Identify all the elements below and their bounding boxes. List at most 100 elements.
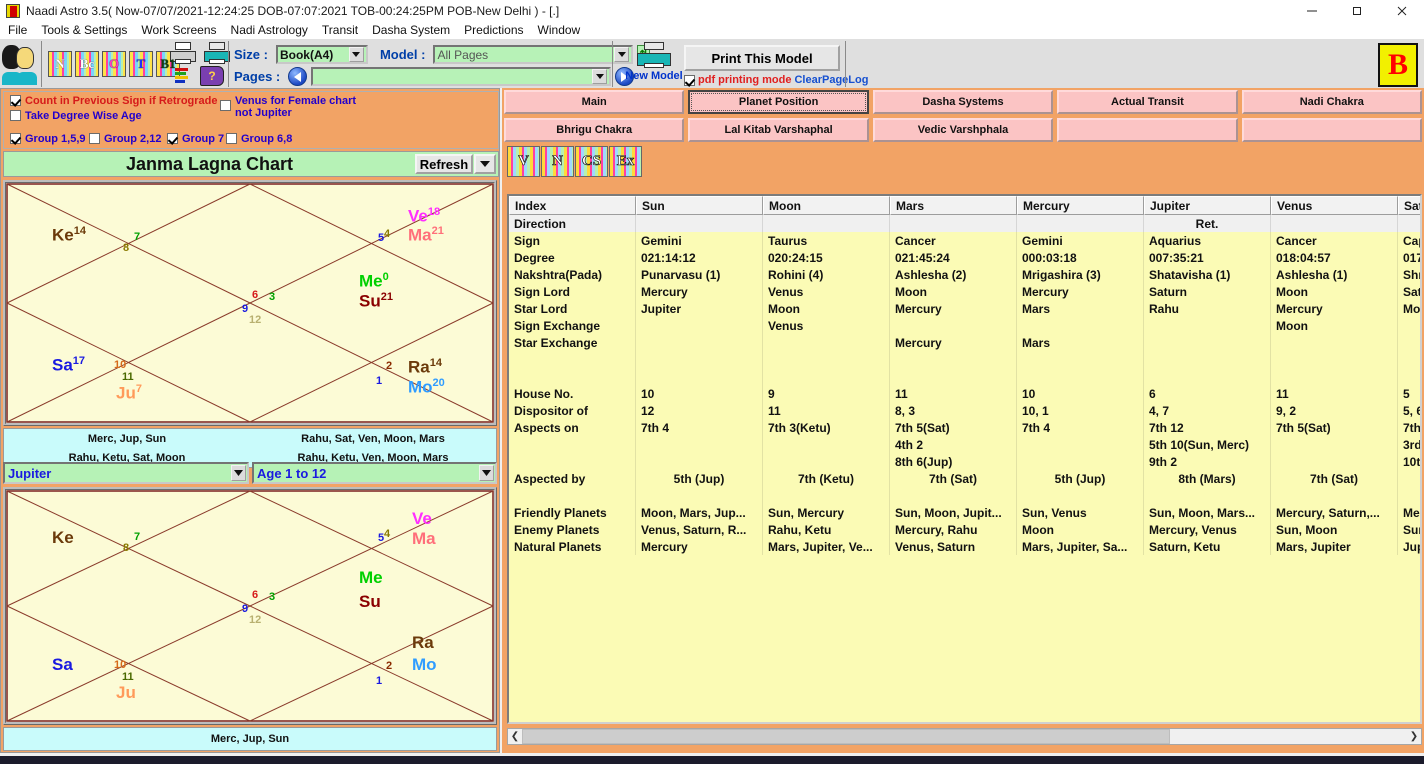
column-header-sat[interactable]: Sat — [1398, 196, 1420, 215]
tab-nadi-chakra[interactable]: Nadi Chakra — [1241, 90, 1423, 114]
previous-page-button[interactable] — [288, 67, 308, 86]
menu-item-dasha-system[interactable]: Dasha System — [372, 23, 450, 37]
table-row[interactable]: 8th 6(Jup) 9th 2 10t — [509, 453, 1420, 470]
tab-main[interactable]: Main — [504, 90, 685, 114]
mini-button-n[interactable]: N — [541, 146, 574, 177]
horizontal-scrollbar[interactable]: ❮ ❯ — [507, 728, 1422, 745]
chevron-down-icon[interactable] — [348, 47, 364, 62]
venus-female-checkbox[interactable] — [220, 100, 231, 111]
table-row[interactable]: House No. 10 9 11 10 6 11 5 — [509, 385, 1420, 402]
quick-icon-t[interactable]: T — [129, 51, 153, 77]
janma-lagna-chart-2[interactable]: 1 2 3 4 5 6 7 8 9 10 11 12 Ke Ve Ma Me Su Ra Mo Sa Ju — [3, 487, 497, 725]
table-row[interactable] — [509, 368, 1420, 385]
option-degree-wise-age[interactable]: Take Degree Wise Age — [10, 110, 142, 122]
chevron-down-icon[interactable] — [231, 465, 246, 481]
chevron-left-icon[interactable]: ❮ — [508, 729, 522, 744]
help-book-icon[interactable]: ? — [200, 66, 224, 86]
planet-select[interactable]: Jupiter — [3, 462, 249, 484]
clear-page-log-link[interactable]: ClearPageLog — [794, 74, 868, 86]
option-group-7[interactable]: Group 7 — [167, 133, 224, 145]
table-row[interactable]: Friendly Planets Moon, Mars, Jup... Sun, M… — [509, 504, 1420, 521]
mini-button-v[interactable]: V — [507, 146, 540, 177]
column-header-venus[interactable]: Venus — [1271, 196, 1398, 215]
menu-item-transit[interactable]: Transit — [322, 23, 358, 37]
menu-item-tools-settings[interactable]: Tools & Settings — [41, 23, 127, 37]
print-this-model-button[interactable]: Print This Model — [684, 45, 840, 71]
table-row[interactable]: Sign Exchange Venus Moon — [509, 317, 1420, 334]
option-venus-female[interactable]: Venus for Female chart not Jupiter — [220, 95, 380, 119]
mini-button-cs[interactable]: CS — [575, 146, 608, 177]
tab-actual-transit[interactable]: Actual Transit — [1057, 90, 1238, 114]
menu-item-nadi-astrology[interactable]: Nadi Astrology — [231, 23, 308, 37]
close-button[interactable] — [1379, 0, 1424, 22]
table-row[interactable] — [509, 351, 1420, 368]
table-row[interactable]: Aspected by 5th (Jup) 7th (Ketu) 7th (Sat) 5… — [509, 470, 1420, 487]
menu-item-work-screens[interactable]: Work Screens — [141, 23, 216, 37]
new-model-icon[interactable] — [637, 42, 671, 68]
group-7-checkbox[interactable] — [167, 133, 178, 144]
table-cell: 7th 4 — [636, 419, 763, 436]
maximize-button[interactable] — [1334, 0, 1379, 22]
pdf-printing-mode-checkbox[interactable] — [684, 74, 695, 86]
option-group-212[interactable]: Group 2,12 — [89, 133, 161, 145]
group-68-checkbox[interactable] — [226, 133, 237, 144]
column-header-moon[interactable]: Moon — [763, 196, 890, 215]
column-header-mercury[interactable]: Mercury — [1017, 196, 1144, 215]
table-row[interactable]: Aspects on 7th 4 7th 3(Ketu) 7th 5(Sat) 7th … — [509, 419, 1420, 436]
janma-lagna-chart-1[interactable]: 1 2 3 4 5 6 7 8 9 10 11 12 Ke14 Ve18 Ma21 Me0 Su21 Ra14 M… — [3, 180, 497, 426]
refresh-button[interactable]: Refresh — [415, 154, 473, 174]
size-select[interactable]: Book(A4) — [275, 45, 368, 64]
option-group-68[interactable]: Group 6,8 — [226, 133, 292, 145]
table-row[interactable]: Degree 021:14:12 020:24:15 021:45:24 000:03:… — [509, 249, 1420, 266]
chevron-down-icon[interactable] — [474, 154, 496, 174]
table-row[interactable]: 4th 2 5th 10(Sun, Merc) 3rd — [509, 436, 1420, 453]
degree-wise-age-checkbox[interactable] — [10, 110, 21, 121]
couple-faces-icon[interactable] — [2, 43, 40, 85]
pages-select[interactable] — [311, 67, 612, 86]
planet-position-table[interactable]: Index Sun Moon Mars Mercury Jupiter Venus Sat D… — [507, 194, 1422, 724]
quick-icon-n[interactable]: N — [48, 51, 72, 77]
option-count-retrograde[interactable]: Count in Previous Sign if Retrograde — [10, 95, 218, 107]
table-row[interactable] — [509, 487, 1420, 504]
tab-dasha-systems[interactable]: Dasha Systems — [872, 90, 1054, 114]
tab-row2-empty-3[interactable] — [1057, 118, 1238, 142]
group-159-checkbox[interactable] — [10, 133, 21, 144]
group-212-checkbox[interactable] — [89, 133, 100, 144]
table-row[interactable]: Natural Planets Mercury Mars, Jupiter, Ve.… — [509, 538, 1420, 555]
table-row[interactable]: Direction Ret. Re — [509, 215, 1420, 232]
model-select[interactable]: All Pages — [433, 45, 634, 64]
table-row[interactable]: Enemy Planets Venus, Saturn, R... Rahu, Ke… — [509, 521, 1420, 538]
chevron-right-icon[interactable]: ❯ — [1407, 729, 1421, 744]
age-range-select[interactable]: Age 1 to 12 — [252, 462, 497, 484]
table-row[interactable]: Nakshtra(Pada) Punarvasu (1) Rohini (4) Ash… — [509, 266, 1420, 283]
column-header-jupiter[interactable]: Jupiter — [1144, 196, 1271, 215]
print-preview-icon[interactable] — [204, 42, 230, 64]
brand-logo-icon[interactable]: B — [1378, 43, 1418, 87]
table-row[interactable]: Star Exchange Mercury Mars — [509, 334, 1420, 351]
count-retrograde-checkbox[interactable] — [10, 95, 21, 106]
column-header-sun[interactable]: Sun — [636, 196, 763, 215]
tab-vedic-varshphala[interactable]: Vedic Varshphala — [872, 118, 1054, 142]
column-header-index[interactable]: Index — [509, 196, 636, 215]
chevron-down-icon[interactable] — [479, 465, 494, 481]
minimize-button[interactable] — [1289, 0, 1334, 22]
option-group-159[interactable]: Group 1,5,9 — [10, 133, 86, 145]
menu-item-predictions[interactable]: Predictions — [464, 23, 523, 37]
tab-bhrigu-chakra[interactable]: Bhrigu Chakra — [504, 118, 685, 142]
menu-item-file[interactable]: File — [8, 23, 27, 37]
table-row[interactable]: Dispositor of 12 11 8, 3 10, 1 4, 7 9, 2 5, 6 — [509, 402, 1420, 419]
chevron-down-icon[interactable] — [592, 69, 608, 84]
quick-icon-o[interactable]: O — [102, 51, 126, 77]
table-row[interactable]: Sign Lord Mercury Venus Moon Mercury Saturn Mo… — [509, 283, 1420, 300]
quick-icon-bc[interactable]: Bc — [75, 51, 99, 77]
scrollbar-track[interactable] — [522, 729, 1407, 744]
mini-button-ex[interactable]: Ex — [609, 146, 642, 177]
menu-item-window[interactable]: Window — [538, 23, 581, 37]
table-row[interactable]: Sign Gemini Taurus Cancer Gemini Aquarius Canc… — [509, 232, 1420, 249]
scrollbar-thumb[interactable] — [522, 729, 1170, 744]
tab-planet-position[interactable]: Planet Position — [688, 90, 869, 114]
column-header-mars[interactable]: Mars — [890, 196, 1017, 215]
tab-row2-empty-4[interactable] — [1241, 118, 1423, 142]
table-row[interactable]: Star Lord Jupiter Moon Mercury Mars Rahu Mercu… — [509, 300, 1420, 317]
tab-lal-kitab-varshaphal[interactable]: Lal Kitab Varshaphal — [688, 118, 869, 142]
